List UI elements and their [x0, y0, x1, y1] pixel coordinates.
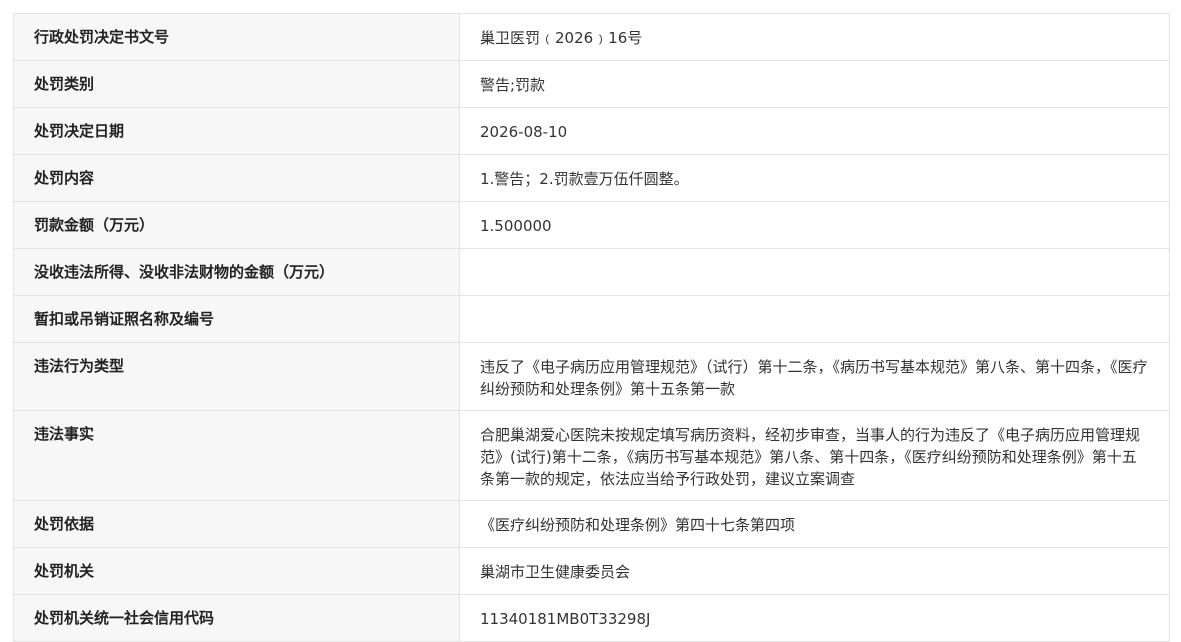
field-label: 没收违法所得、没收非法财物的金额（万元）: [13, 248, 460, 296]
field-label-text: 没收违法所得、没收非法财物的金额（万元）: [34, 263, 335, 281]
field-value-text: 11340181MB0T33298J: [480, 610, 651, 628]
table-row: 没收违法所得、没收非法财物的金额（万元）: [13, 248, 1170, 296]
field-label-text: 违法事实: [34, 425, 95, 443]
field-value: 1.500000: [459, 201, 1170, 249]
table-row: 暂扣或吊销证照名称及编号: [13, 295, 1170, 343]
field-label: 处罚机关统一社会信用代码: [13, 594, 460, 642]
table-row: 罚款金额（万元） 1.500000: [13, 201, 1170, 249]
field-value: 巢湖市卫生健康委员会: [459, 547, 1170, 595]
field-value: 1.警告；2.罚款壹万伍仟圆整。: [459, 154, 1170, 202]
table-row: 处罚机关统一社会信用代码 11340181MB0T33298J: [13, 594, 1170, 642]
field-value: 《医疗纠纷预防和处理条例》第四十七条第四项: [459, 500, 1170, 548]
field-label: 行政处罚决定书文号: [13, 13, 460, 61]
table-row: 处罚类别 警告;罚款: [13, 60, 1170, 108]
field-label-text: 处罚内容: [34, 169, 95, 187]
table-row: 处罚机关 巢湖市卫生健康委员会: [13, 547, 1170, 595]
field-label: 处罚类别: [13, 60, 460, 108]
field-value: 合肥巢湖爱心医院未按规定填写病历资料，经初步审查，当事人的行为违反了《电子病历应…: [459, 410, 1170, 501]
field-value: 警告;罚款: [459, 60, 1170, 108]
field-value-text: 合肥巢湖爱心医院未按规定填写病历资料，经初步审查，当事人的行为违反了《电子病历应…: [480, 426, 1141, 488]
field-label-text: 违法行为类型: [34, 357, 125, 375]
field-label-text: 处罚类别: [34, 75, 95, 93]
field-value-text: 警告;罚款: [480, 76, 546, 94]
field-label-text: 罚款金额（万元）: [34, 216, 155, 234]
table-row: 处罚决定日期 2026-08-10: [13, 107, 1170, 155]
field-value: [459, 295, 1170, 343]
field-label: 处罚依据: [13, 500, 460, 548]
field-label-text: 处罚决定日期: [34, 122, 125, 140]
field-label: 处罚决定日期: [13, 107, 460, 155]
field-value: 巢卫医罚﹙2026﹚16号: [459, 13, 1170, 61]
table-row: 处罚内容 1.警告；2.罚款壹万伍仟圆整。: [13, 154, 1170, 202]
field-value-text: 巢卫医罚﹙2026﹚16号: [480, 29, 643, 47]
field-label-text: 处罚依据: [34, 515, 95, 533]
field-label-text: 行政处罚决定书文号: [34, 28, 170, 46]
field-label-text: 处罚机关: [34, 562, 95, 580]
field-value-text: 巢湖市卫生健康委员会: [480, 563, 631, 581]
field-value: 11340181MB0T33298J: [459, 594, 1170, 642]
field-value-text: 《医疗纠纷预防和处理条例》第四十七条第四项: [480, 516, 796, 534]
field-value: 违反了《电子病历应用管理规范》（试行）第十二条，《病历书写基本规范》第八条、第十…: [459, 342, 1170, 411]
field-label-text: 暂扣或吊销证照名称及编号: [34, 310, 215, 328]
field-label-text: 处罚机关统一社会信用代码: [34, 609, 215, 627]
field-label: 违法事实: [13, 410, 460, 501]
field-value-text: 2026-08-10: [480, 123, 568, 141]
field-value: 2026-08-10: [459, 107, 1170, 155]
field-label: 处罚内容: [13, 154, 460, 202]
table-row: 行政处罚决定书文号 巢卫医罚﹙2026﹚16号: [13, 13, 1170, 61]
field-label: 处罚机关: [13, 547, 460, 595]
field-value-text: 违反了《电子病历应用管理规范》（试行）第十二条，《病历书写基本规范》第八条、第十…: [480, 358, 1148, 398]
field-value: [459, 248, 1170, 296]
table-row: 违法行为类型 违反了《电子病历应用管理规范》（试行）第十二条，《病历书写基本规范…: [13, 342, 1170, 411]
field-label: 违法行为类型: [13, 342, 460, 411]
penalty-info-table: 行政处罚决定书文号 巢卫医罚﹙2026﹚16号 处罚类别 警告;罚款 处罚决定日…: [13, 13, 1170, 642]
table-row: 处罚依据 《医疗纠纷预防和处理条例》第四十七条第四项: [13, 500, 1170, 548]
field-label: 暂扣或吊销证照名称及编号: [13, 295, 460, 343]
table-row: 违法事实 合肥巢湖爱心医院未按规定填写病历资料，经初步审查，当事人的行为违反了《…: [13, 410, 1170, 501]
penalty-info-panel: 行政处罚决定书文号 巢卫医罚﹙2026﹚16号 处罚类别 警告;罚款 处罚决定日…: [13, 13, 1170, 642]
field-value-text: 1.500000: [480, 217, 552, 235]
field-value-text: 1.警告；2.罚款壹万伍仟圆整。: [480, 170, 689, 188]
field-label: 罚款金额（万元）: [13, 201, 460, 249]
